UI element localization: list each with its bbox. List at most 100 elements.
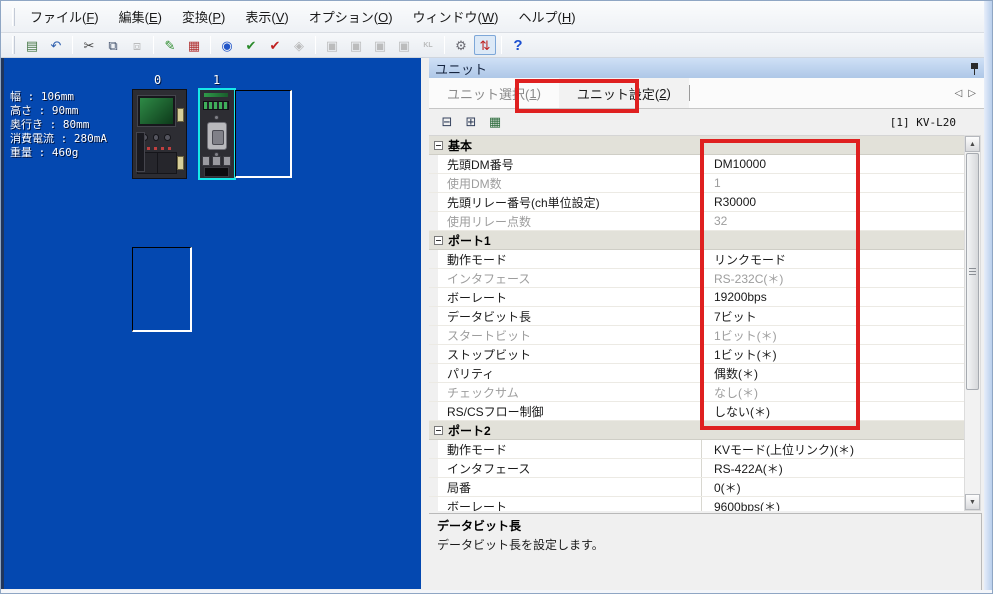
- property-value[interactable]: 0(＊): [702, 478, 964, 496]
- table-row[interactable]: 先頭リレー番号(ch単位設定) R30000: [429, 193, 964, 212]
- property-name[interactable]: スタートビット: [438, 326, 702, 344]
- table-row[interactable]: 局番 0(＊): [429, 478, 964, 497]
- table-row[interactable]: 使用リレー点数 32: [429, 212, 964, 231]
- unit-editor-canvas[interactable]: 幅 : 106mm 高さ : 90mm 奥行き : 80mm 消費電流 : 280mA…: [1, 58, 421, 589]
- tab-unit-select[interactable]: ユニット選択(1): [429, 78, 559, 108]
- undo-icon[interactable]: ↶: [45, 35, 67, 55]
- toolbar-gripper[interactable]: [12, 7, 15, 26]
- select-unit-icon[interactable]: ▦: [485, 113, 505, 131]
- cut-icon[interactable]: ✂: [78, 35, 100, 55]
- property-name[interactable]: データビット長: [438, 307, 702, 325]
- copy-icon[interactable]: ⧉: [102, 35, 124, 55]
- table-row[interactable]: スタートビット 1ビット(＊): [429, 326, 964, 345]
- table-row[interactable]: 動作モード リンクモード: [429, 250, 964, 269]
- table-row[interactable]: 使用DM数 1: [429, 174, 964, 193]
- property-value[interactable]: RS-422A(＊): [702, 459, 964, 477]
- property-name[interactable]: 使用リレー点数: [438, 212, 702, 230]
- kv-l20-unit-graphic-selected[interactable]: [198, 88, 236, 180]
- table-row[interactable]: ストップビット 1ビット(＊): [429, 345, 964, 364]
- expand-all-icon[interactable]: ⊞: [461, 113, 481, 131]
- scrollbar-thumb[interactable]: [966, 153, 979, 390]
- property-value[interactable]: 9600bps(＊): [702, 497, 964, 512]
- collapse-toggle-icon[interactable]: [434, 140, 443, 150]
- din-clip: [177, 156, 184, 170]
- help-icon[interactable]: ?: [507, 35, 529, 55]
- property-value[interactable]: 1ビット(＊): [702, 345, 964, 363]
- menu-item-6[interactable]: ヘルプ(H): [509, 3, 586, 30]
- property-value[interactable]: 7ビット: [702, 307, 964, 325]
- unit-editor-icon[interactable]: ▦: [183, 35, 205, 55]
- empty-unit-slot[interactable]: [235, 90, 292, 178]
- table-row[interactable]: 先頭DM番号 DM10000: [429, 155, 964, 174]
- tab-unit-setting[interactable]: ユニット設定(2): [558, 78, 689, 108]
- row-indent: [429, 307, 438, 325]
- empty-unit-slot[interactable]: [132, 247, 192, 332]
- property-value[interactable]: RS-232C(＊): [702, 269, 964, 287]
- table-row[interactable]: データビット長 7ビット: [429, 307, 964, 326]
- property-name[interactable]: チェックサム: [438, 383, 702, 401]
- menu-item-5[interactable]: ウィンドウ(W): [403, 3, 509, 30]
- table-row[interactable]: インタフェース RS-232C(＊): [429, 269, 964, 288]
- table-row[interactable]: チェックサム なし(＊): [429, 383, 964, 402]
- property-value[interactable]: 19200bps: [702, 288, 964, 306]
- property-value[interactable]: しない(＊): [702, 402, 964, 420]
- property-name[interactable]: ボーレート: [438, 497, 702, 511]
- property-name[interactable]: 動作モード: [438, 250, 702, 268]
- property-value[interactable]: リンクモード: [702, 250, 964, 268]
- property-name[interactable]: 先頭リレー番号(ch単位設定): [438, 193, 702, 211]
- property-value[interactable]: 1ビット(＊): [702, 326, 964, 344]
- collapse-all-icon[interactable]: ⊟: [437, 113, 457, 131]
- property-value[interactable]: R30000: [702, 193, 964, 211]
- pin-icon[interactable]: [969, 62, 980, 75]
- property-name[interactable]: インタフェース: [438, 459, 702, 477]
- table-row[interactable]: RS/CSフロー制御 しない(＊): [429, 402, 964, 421]
- property-value[interactable]: 偶数(＊): [702, 364, 964, 382]
- edit-memo-icon[interactable]: ✎: [159, 35, 181, 55]
- cpu-unit-graphic[interactable]: [132, 89, 187, 179]
- property-name[interactable]: 動作モード: [438, 440, 702, 458]
- menu-item-1[interactable]: 編集(E): [109, 3, 172, 30]
- dm-rly-assign-icon[interactable]: ◉: [216, 35, 238, 55]
- connector-screw: [214, 115, 219, 120]
- table-row[interactable]: パリティ 偶数(＊): [429, 364, 964, 383]
- tab-scroll-left-icon[interactable]: ◁: [955, 88, 963, 99]
- grid-section-header-0[interactable]: 基本: [429, 136, 964, 155]
- dm-rly-check-icon[interactable]: ✔: [240, 35, 262, 55]
- property-value[interactable]: 1: [702, 174, 964, 192]
- grid-section-header-2[interactable]: ポート2: [429, 421, 964, 440]
- grid-scrollbar[interactable]: ▲ ▼: [964, 135, 981, 511]
- table-row[interactable]: インタフェース RS-422A(＊): [429, 459, 964, 478]
- menu-item-0[interactable]: ファイル(F): [20, 3, 109, 30]
- property-value[interactable]: DM10000: [702, 155, 964, 173]
- grid-section-header-1[interactable]: ポート1: [429, 231, 964, 250]
- property-name[interactable]: パリティ: [438, 364, 702, 382]
- table-row[interactable]: 動作モード KVモード(上位リンク)(＊): [429, 440, 964, 459]
- property-name[interactable]: 先頭DM番号: [438, 155, 702, 173]
- property-name[interactable]: ストップビット: [438, 345, 702, 363]
- property-name[interactable]: ボーレート: [438, 288, 702, 306]
- paste-icon: ⧈: [132, 37, 142, 53]
- scroll-up-icon[interactable]: ▲: [965, 136, 980, 152]
- table-row[interactable]: ボーレート 19200bps: [429, 288, 964, 307]
- setup-wrench-icon[interactable]: ⚙: [450, 35, 472, 55]
- table-row[interactable]: ボーレート 9600bps(＊): [429, 497, 964, 511]
- property-name[interactable]: 局番: [438, 478, 702, 496]
- collapse-toggle-icon[interactable]: [434, 235, 443, 245]
- import-unit-icon[interactable]: ▤: [21, 35, 43, 55]
- tab-scroll-right-icon[interactable]: ▷: [968, 88, 976, 99]
- property-name[interactable]: インタフェース: [438, 269, 702, 287]
- property-value[interactable]: 32: [702, 212, 964, 230]
- collapse-toggle-icon[interactable]: [434, 425, 443, 435]
- menu-item-4[interactable]: オプション(O): [299, 3, 403, 30]
- toolbar-gripper[interactable]: [12, 36, 15, 54]
- property-value[interactable]: KVモード(上位リンク)(＊): [702, 440, 964, 458]
- property-name[interactable]: RS/CSフロー制御: [438, 402, 702, 420]
- menu-item-2[interactable]: 変換(P): [172, 3, 235, 30]
- menu-item-3[interactable]: 表示(V): [235, 3, 298, 30]
- dm-rly-verify-icon[interactable]: ✔: [264, 35, 286, 55]
- unit-monitor-icon-2: ▣: [349, 37, 363, 53]
- scroll-down-icon[interactable]: ▼: [965, 494, 980, 510]
- transfer-monitor-icon[interactable]: ⇅: [474, 35, 496, 55]
- property-value[interactable]: なし(＊): [702, 383, 964, 401]
- property-name[interactable]: 使用DM数: [438, 174, 702, 192]
